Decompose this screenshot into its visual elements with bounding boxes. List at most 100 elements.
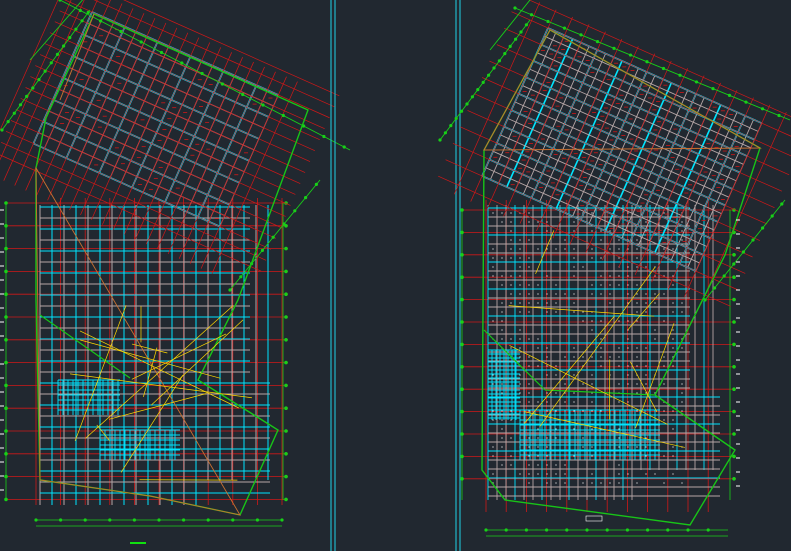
slab-point — [537, 338, 539, 340]
slab-point — [618, 401, 620, 403]
axis-bubble — [293, 209, 297, 213]
axis-bubble — [513, 6, 517, 10]
slab-point — [492, 275, 494, 277]
slab-point — [672, 365, 674, 367]
slab-point — [537, 248, 539, 250]
slab-point — [573, 266, 575, 268]
slab-point — [528, 473, 530, 475]
slab-point — [618, 464, 620, 466]
slab-point — [501, 338, 503, 340]
slab-point — [609, 356, 611, 358]
slab-point — [537, 428, 539, 430]
slab-point — [654, 293, 656, 295]
slab-point — [636, 257, 638, 259]
slab-point — [627, 266, 629, 268]
slab-point — [519, 257, 521, 259]
slab-point — [645, 446, 647, 448]
slab-point — [618, 239, 620, 241]
slab-point — [546, 455, 548, 457]
slab-point — [591, 410, 593, 412]
slab-point — [492, 257, 494, 259]
axis-bubble — [454, 116, 458, 120]
slab-point — [501, 311, 503, 313]
slab-point — [600, 275, 602, 277]
slab-point — [591, 401, 593, 403]
axis-bubble — [492, 66, 496, 70]
slab-point — [582, 482, 584, 484]
slab-point — [546, 473, 548, 475]
slab-point — [627, 338, 629, 340]
slab-point — [591, 257, 593, 259]
axis-bubble — [6, 120, 10, 124]
slab-point — [519, 284, 521, 286]
slab-point — [663, 293, 665, 295]
slab-point — [510, 275, 512, 277]
slab-point — [555, 473, 557, 475]
slab-point — [681, 410, 683, 412]
slab-point — [528, 464, 530, 466]
slab-point — [591, 374, 593, 376]
axis-bubble — [732, 387, 736, 392]
slab-point — [528, 257, 530, 259]
slab-point — [573, 374, 575, 376]
slab-point — [618, 428, 620, 430]
axis-bubble — [12, 111, 16, 115]
slab-point — [591, 248, 593, 250]
axis-bubble — [732, 342, 736, 347]
slab-point — [573, 248, 575, 250]
slab-point — [555, 293, 557, 295]
slab-point — [537, 365, 539, 367]
slab-point — [672, 338, 674, 340]
slab-point — [537, 455, 539, 457]
axis-bubble — [159, 50, 164, 55]
slab-point — [600, 356, 602, 358]
slab-point — [609, 302, 611, 304]
slab-point — [627, 275, 629, 277]
slab-point — [645, 266, 647, 268]
slab-point — [672, 329, 674, 331]
slab-point — [645, 311, 647, 313]
axis-bubble — [732, 454, 736, 459]
axis-bubble — [481, 80, 485, 84]
slab-point — [510, 347, 512, 349]
slab-point — [519, 356, 521, 358]
slab-point — [501, 275, 503, 277]
slab-point — [636, 239, 638, 241]
axis-bubble — [119, 29, 123, 34]
axis-bubble — [284, 429, 288, 433]
axis-bubble — [342, 145, 346, 149]
axis-bubble — [43, 69, 47, 73]
slab-point — [501, 410, 503, 412]
axis-bubble — [703, 298, 707, 302]
slab-point — [618, 248, 620, 250]
axis-bubble — [284, 246, 288, 251]
slab-point — [582, 266, 584, 268]
slab-point — [546, 248, 548, 250]
slab-point — [654, 329, 656, 331]
axis-bubble — [628, 53, 633, 57]
slab-point — [618, 356, 620, 358]
axis-bubble — [438, 138, 442, 142]
slab-point — [519, 374, 521, 376]
axis-bubble — [284, 474, 288, 479]
slab-point — [492, 266, 494, 268]
slab-point — [510, 239, 512, 241]
axis-bubble — [514, 37, 518, 41]
slab-point — [600, 410, 602, 412]
slab-point — [519, 302, 521, 304]
slab-point — [528, 365, 530, 367]
slab-point — [510, 419, 512, 421]
cad-drawing-canvas[interactable] — [0, 0, 791, 551]
slab-point — [510, 293, 512, 295]
slab-point — [537, 473, 539, 475]
slab-point — [618, 284, 620, 286]
slab-point — [600, 230, 602, 232]
slab-point — [582, 437, 584, 439]
slab-point — [573, 347, 575, 349]
axis-bubble — [49, 61, 53, 65]
slab-point — [582, 446, 584, 448]
slab-point — [645, 473, 647, 475]
slab-point — [618, 320, 620, 322]
slab-point — [528, 455, 530, 457]
slab-point — [528, 392, 530, 394]
